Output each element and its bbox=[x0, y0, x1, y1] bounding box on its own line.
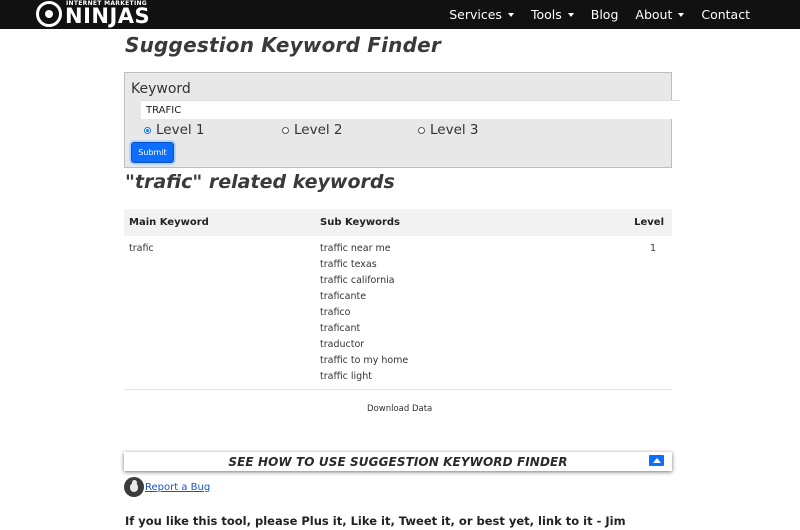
bug-icon bbox=[124, 477, 144, 497]
submit-button[interactable]: Submit bbox=[131, 142, 174, 163]
sub-keyword-item: traffic california bbox=[320, 275, 395, 286]
sub-keyword-item: traffic texas bbox=[320, 259, 377, 270]
triangle-up-glyph bbox=[652, 458, 661, 463]
how-to-use-bar[interactable]: SEE HOW TO USE SUGGESTION KEYWORD FINDER bbox=[124, 452, 672, 471]
table-row: trafic traffic near me traffic texas tra… bbox=[124, 236, 672, 390]
radio-checked-icon bbox=[144, 126, 151, 134]
nav-label: Services bbox=[449, 7, 502, 22]
main-keyword-cell: trafic bbox=[129, 243, 154, 254]
radio-label: Level 3 bbox=[430, 122, 479, 138]
column-header-level: Level bbox=[634, 217, 664, 228]
nav-item-blog[interactable]: Blog bbox=[591, 7, 619, 22]
sub-keyword-item: traffic light bbox=[320, 371, 372, 382]
level-1-radio[interactable]: Level 1 bbox=[144, 122, 205, 138]
share-appeal-text: If you like this tool, please Plus it, L… bbox=[125, 514, 626, 528]
results-table: Main Keyword Sub Keywords Level trafic t… bbox=[124, 209, 672, 390]
sub-keyword-item: traductor bbox=[320, 339, 365, 350]
keyword-input[interactable] bbox=[141, 100, 680, 119]
main-nav: Services Tools Blog About Contact bbox=[432, 0, 750, 29]
logo-wordmark: NINJAS bbox=[65, 4, 151, 28]
level-cell: 1 bbox=[649, 243, 656, 254]
results-title: "trafic" related keywords bbox=[125, 171, 395, 193]
nav-label: Blog bbox=[590, 7, 619, 22]
keyword-form: Keyword Level 1 Level 2 Level 3 Submit bbox=[124, 72, 680, 168]
nav-label: About bbox=[635, 7, 673, 22]
nav-item-about[interactable]: About bbox=[635, 7, 685, 22]
radio-label: Level 1 bbox=[156, 122, 205, 138]
sub-keyword-item: traffic near me bbox=[320, 243, 391, 254]
column-header-main-keyword: Main Keyword bbox=[129, 217, 209, 228]
report-bug-link[interactable]: Report a Bug bbox=[145, 482, 210, 493]
nav-label: Tools bbox=[530, 7, 562, 22]
chevron-down-icon bbox=[507, 12, 514, 17]
page-title: Suggestion Keyword Finder bbox=[125, 33, 441, 57]
sub-keyword-item: trafico bbox=[320, 307, 351, 318]
chevron-down-icon bbox=[678, 12, 685, 17]
nav-item-services[interactable]: Services bbox=[449, 7, 514, 22]
how-to-use-label: SEE HOW TO USE SUGGESTION KEYWORD FINDER bbox=[228, 454, 568, 469]
table-header: Main Keyword Sub Keywords Level bbox=[124, 209, 672, 236]
report-bug[interactable]: Report a Bug bbox=[124, 477, 210, 497]
top-nav-bar: INTERNET MARKETING NINJAS Services Tools… bbox=[0, 0, 800, 29]
nav-item-tools[interactable]: Tools bbox=[531, 7, 574, 22]
column-header-sub-keywords: Sub Keywords bbox=[320, 217, 400, 228]
bug-body-shape bbox=[130, 483, 138, 492]
chevron-down-icon bbox=[567, 12, 574, 17]
sub-keyword-item: traficant bbox=[320, 323, 361, 334]
level-2-radio[interactable]: Level 2 bbox=[282, 122, 343, 138]
sub-keywords-list: traffic near me traffic texas traffic ca… bbox=[320, 243, 408, 387]
radio-unchecked-icon bbox=[282, 126, 289, 134]
level-3-radio[interactable]: Level 3 bbox=[418, 122, 479, 138]
nav-label: Contact bbox=[701, 7, 750, 22]
swirl-logo-icon bbox=[36, 1, 62, 27]
sub-keyword-item: traficante bbox=[320, 291, 367, 302]
nav-item-contact[interactable]: Contact bbox=[701, 7, 750, 22]
download-data-link[interactable]: Download Data bbox=[367, 404, 432, 414]
radio-label: Level 2 bbox=[294, 122, 343, 138]
sub-keyword-item: traffic to my home bbox=[320, 355, 409, 366]
radio-unchecked-icon bbox=[418, 126, 425, 134]
arrow-up-icon[interactable] bbox=[649, 455, 664, 466]
keyword-label: Keyword bbox=[131, 81, 191, 97]
